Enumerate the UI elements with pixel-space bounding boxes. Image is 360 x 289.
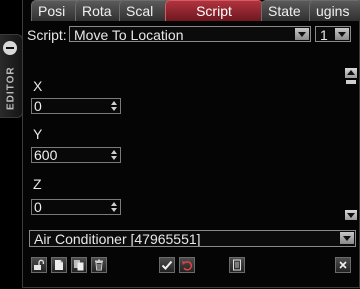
editor-side-tab[interactable]: EDITOR [0, 34, 23, 118]
script-index-dropdown[interactable]: 1 [315, 26, 351, 42]
editor-label: EDITOR [5, 66, 17, 110]
undo-icon [182, 261, 193, 271]
tab-script[interactable]: Script [165, 0, 263, 21]
y-input[interactable]: 600 [31, 147, 121, 163]
tab-plugins[interactable]: ugins [309, 0, 360, 21]
copy-pages-icon [74, 260, 84, 271]
spinner-arrows-icon[interactable] [111, 150, 118, 160]
vertical-scrollbar[interactable] [345, 68, 357, 220]
editor-panel: Posi Rota Scal Script State ugins Script… [22, 0, 360, 288]
spinner-arrows-icon[interactable] [111, 101, 118, 111]
scroll-down-icon[interactable] [345, 210, 357, 220]
document-icon [233, 259, 241, 271]
close-icon [339, 261, 347, 269]
script-parameters: X 0 Y 600 Z 0 [25, 64, 357, 222]
spinner-arrows-icon[interactable] [111, 202, 118, 212]
script-dropdown[interactable]: Move To Location [69, 26, 311, 42]
editor-toolbar [31, 257, 355, 275]
open-lock-icon [34, 259, 45, 270]
z-input[interactable]: 0 [31, 199, 121, 215]
x-input[interactable]: 0 [31, 98, 121, 114]
delete-button[interactable] [91, 257, 107, 273]
check-icon [161, 260, 173, 270]
x-value: 0 [34, 98, 42, 114]
close-button[interactable] [335, 257, 351, 273]
scroll-up-icon[interactable] [345, 68, 357, 78]
z-value: 0 [34, 199, 42, 215]
y-value: 600 [34, 147, 58, 163]
scroll-thumb[interactable] [346, 80, 356, 84]
script-label: Script: [27, 27, 67, 43]
chevron-down-icon[interactable] [295, 28, 309, 40]
object-dropdown-value: Air Conditioner [47965551] [34, 231, 201, 247]
y-label: Y [33, 126, 43, 142]
tab-bar: Posi Rota Scal Script State ugins [31, 0, 360, 22]
script-row: Script: Move To Location 1 [25, 26, 357, 44]
trash-icon [95, 259, 103, 271]
script-dropdown-value: Move To Location [74, 27, 184, 42]
notes-button[interactable] [229, 257, 245, 273]
minus-circle-icon[interactable] [3, 41, 17, 55]
apply-button[interactable] [159, 257, 175, 273]
copy-button[interactable] [71, 257, 87, 273]
chevron-down-icon[interactable] [335, 28, 349, 40]
object-dropdown[interactable]: Air Conditioner [47965551] [29, 230, 356, 247]
chevron-down-icon[interactable] [340, 232, 354, 244]
z-label: Z [33, 176, 42, 192]
x-label: X [33, 78, 43, 94]
new-page-icon [55, 260, 63, 270]
script-index-value: 1 [320, 27, 328, 42]
new-button[interactable] [51, 257, 67, 273]
unlock-button[interactable] [31, 257, 47, 273]
undo-button[interactable] [179, 257, 195, 273]
